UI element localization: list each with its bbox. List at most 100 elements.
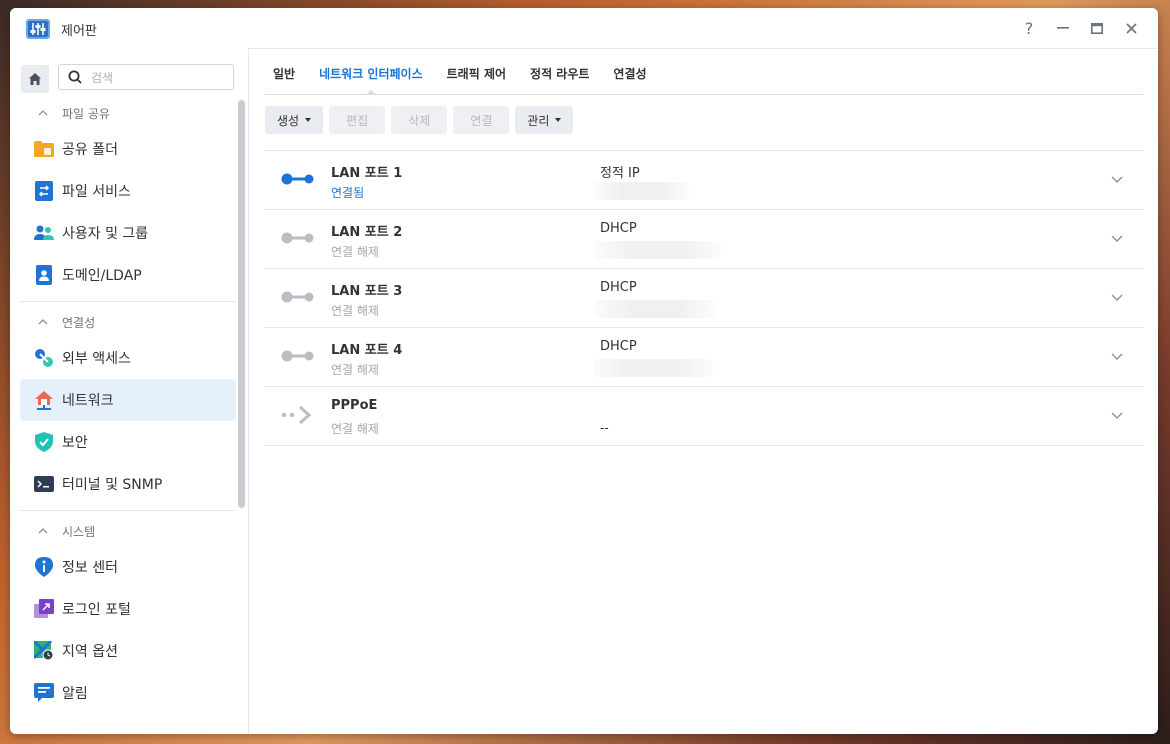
maximize-button[interactable] [1082,16,1112,40]
sidebar-item-label: 사용자 및 그룹 [62,226,149,242]
section-label: 파일 공유 [62,106,110,121]
sidebar-item-label: 터미널 및 SNMP [62,477,163,493]
caret-down-icon [305,118,312,122]
search-input[interactable] [89,68,229,88]
sidebar-scrollbar[interactable] [238,100,245,508]
interface-mode: DHCP [600,339,637,354]
sidebar-item-file-services[interactable]: 파일 서비스 [20,170,236,212]
sidebar-item-label: 지역 옵션 [62,644,118,660]
section-header-system[interactable]: 시스템 [20,516,236,546]
chevron-up-icon [38,319,48,325]
file-services-icon [34,181,54,201]
section-divider [20,510,236,511]
tab-static-route[interactable]: 정적 라우트 [518,48,601,94]
chevron-down-icon[interactable] [1111,409,1123,421]
sidebar-item-login-portal[interactable]: 로그인 포털 [20,588,236,630]
section-header-connectivity[interactable]: 연결성 [20,307,236,337]
users-groups-icon [34,223,54,243]
search-icon [68,70,82,84]
control-panel-window: 제어판 ? 검색 파일 공유 공유 폴더 파일 서비스 사용자 및 그룹 도메인… [10,8,1158,734]
tab-network-interface[interactable]: 네트워크 인터페이스 [307,48,435,95]
close-button[interactable] [1116,16,1146,40]
interface-row-pppoe[interactable]: PPPoE 연결 해제 -- [265,387,1143,446]
home-icon [29,73,41,85]
login-portal-icon [34,599,54,619]
tab-traffic-control[interactable]: 트래픽 제어 [435,48,518,94]
network-icon [34,390,54,410]
interface-list: LAN 포트 1 연결됨 정적 IP LAN 포트 2 연결 해제 DHCP L… [265,150,1143,446]
interface-status: 연결 해제 [331,304,379,318]
redacted-ip [595,241,721,259]
interface-row-lan2[interactable]: LAN 포트 2 연결 해제 DHCP [265,210,1143,269]
interface-status: 연결 해제 [331,363,379,377]
regional-options-icon [34,641,54,661]
manage-button[interactable]: 관리 [515,106,574,134]
create-button[interactable]: 생성 [265,106,324,134]
search-box [58,64,234,90]
sidebar-item-notification[interactable]: 알림 [20,672,236,714]
chevron-up-icon [38,110,48,116]
sidebar-item-users-groups[interactable]: 사용자 및 그룹 [20,212,236,254]
maximize-icon [1091,22,1103,34]
interface-row-lan3[interactable]: LAN 포트 3 연결 해제 DHCP [265,269,1143,328]
chevron-down-icon[interactable] [1111,232,1123,244]
interface-row-lan1[interactable]: LAN 포트 1 연결됨 정적 IP [265,151,1143,210]
pppoe-icon [281,405,312,425]
edit-button[interactable]: 편집 [329,106,386,134]
section-header-file-sharing[interactable]: 파일 공유 [20,98,236,128]
minimize-button[interactable] [1048,16,1078,40]
interface-status: 연결 해제 [331,422,379,436]
sidebar-item-external-access[interactable]: 외부 액세스 [20,337,236,379]
sidebar-item-security[interactable]: 보안 [20,421,236,463]
interface-name: LAN 포트 1 [331,166,403,181]
toolbar: 생성 편집 삭제 연결 관리 [265,106,574,134]
security-shield-icon [34,432,54,452]
chevron-down-icon[interactable] [1111,350,1123,362]
redacted-ip [595,300,715,318]
manage-button-label: 관리 [527,113,550,128]
sidebar-item-label: 공유 폴더 [62,142,118,158]
external-access-icon [34,348,54,368]
lan-port-disconnected-icon [281,291,314,303]
chevron-down-icon[interactable] [1111,173,1123,185]
main-panel: 일반 네트워크 인터페이스 트래픽 제어 정적 라우트 연결성 생성 편집 삭제… [249,48,1158,734]
interface-row-lan4[interactable]: LAN 포트 4 연결 해제 DHCP [265,328,1143,387]
help-button[interactable]: ? [1014,16,1044,40]
tab-connectivity[interactable]: 연결성 [601,48,658,94]
section-divider [20,301,236,302]
chevron-down-icon[interactable] [1111,291,1123,303]
sidebar-item-shared-folder[interactable]: 공유 폴더 [20,128,236,170]
sidebar-item-label: 도메인/LDAP [62,268,142,284]
chevron-up-icon [38,528,48,534]
lan-port-disconnected-icon [281,350,314,362]
sidebar-item-label: 네트워크 [62,393,114,409]
sidebar-item-label: 보안 [62,435,88,451]
delete-button[interactable]: 삭제 [391,106,448,134]
sidebar-item-domain-ldap[interactable]: 도메인/LDAP [20,254,236,296]
section-label: 시스템 [62,524,96,539]
interface-name: LAN 포트 4 [331,343,403,358]
title-bar: 제어판 ? [10,8,1158,49]
interface-status: 연결 해제 [331,245,379,259]
close-icon [1125,22,1137,34]
sidebar-item-regional-options[interactable]: 지역 옵션 [20,630,236,672]
sidebar-nav: 파일 공유 공유 폴더 파일 서비스 사용자 및 그룹 도메인/LDAP 연결성… [20,98,236,714]
sidebar-item-terminal-snmp[interactable]: 터미널 및 SNMP [20,463,236,505]
caret-down-icon [555,118,562,122]
interface-name: LAN 포트 2 [331,225,403,240]
tab-general[interactable]: 일반 [265,48,307,94]
domain-ldap-icon [34,265,54,285]
interface-ip: -- [600,421,609,435]
notification-icon [34,683,54,703]
interface-mode: DHCP [600,280,637,295]
connect-button[interactable]: 연결 [453,106,510,134]
sidebar-item-info-center[interactable]: 정보 센터 [20,546,236,588]
shared-folder-icon [34,139,54,159]
sidebar-item-network[interactable]: 네트워크 [20,379,236,421]
info-center-icon [34,557,54,577]
home-button[interactable] [21,65,49,93]
control-panel-app-icon [26,19,50,39]
create-button-label: 생성 [277,113,300,128]
redacted-ip [593,359,713,377]
section-label: 연결성 [62,315,96,330]
